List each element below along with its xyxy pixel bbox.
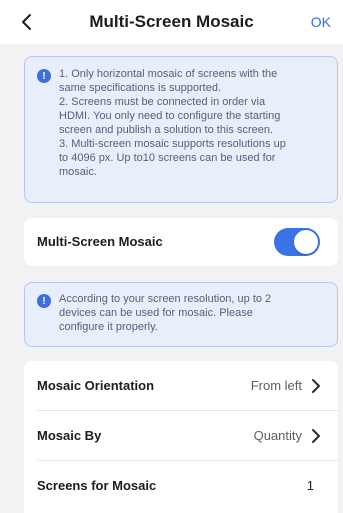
mosaic-settings-list: Mosaic Orientation From left Mosaic By Q…	[24, 361, 338, 513]
note-line: configure it properly.	[59, 321, 158, 333]
mosaic-orientation-label: Mosaic Orientation	[37, 378, 155, 393]
navigation-bar: Multi-Screen Mosaic OK	[0, 0, 343, 44]
mosaic-by-value: Quantity	[253, 428, 302, 443]
chevron-right-icon	[312, 379, 320, 393]
back-button[interactable]	[14, 10, 38, 34]
info-line: to 4096 px. Up to10 screens can be used …	[59, 152, 276, 164]
info-box: ! 1. Only horizontal mosaic of screens w…	[24, 56, 338, 203]
note-line: According to your screen resolution, up …	[59, 293, 272, 305]
mosaic-by-row[interactable]: Mosaic By Quantity	[24, 411, 338, 461]
mosaic-toggle-switch[interactable]	[274, 228, 320, 256]
toggle-knob	[294, 230, 318, 254]
chevron-left-icon	[22, 14, 31, 30]
info-line: HDMI. You only need to configure the sta…	[59, 110, 281, 122]
resolution-note: ! According to your screen resolution, u…	[24, 282, 338, 347]
info-icon: !	[37, 69, 51, 83]
info-line: same specifications is supported.	[59, 82, 222, 94]
mosaic-orientation-row[interactable]: Mosaic Orientation From left	[24, 361, 338, 411]
mosaic-toggle-row: Multi-Screen Mosaic	[24, 218, 338, 266]
mosaic-orientation-value: From left	[250, 378, 302, 393]
info-line: screen and publish a solution to this sc…	[59, 124, 274, 136]
info-line: mosaic.	[59, 166, 97, 178]
info-line: 1. Only horizontal mosaic of screens wit…	[59, 68, 278, 80]
info-line: 2. Screens must be connected in order vi…	[59, 96, 266, 108]
note-line: devices can be used for mosaic. Please	[59, 307, 253, 319]
page-title: Multi-Screen Mosaic	[89, 12, 254, 31]
mosaic-by-label: Mosaic By	[37, 428, 102, 443]
info-text: 1. Only horizontal mosaic of screens wit…	[59, 67, 327, 179]
resolution-note-text: According to your screen resolution, up …	[59, 292, 327, 334]
screens-for-mosaic-label: Screens for Mosaic	[37, 478, 157, 493]
chevron-right-icon	[312, 429, 320, 443]
mosaic-toggle-label: Multi-Screen Mosaic	[37, 234, 163, 249]
screens-for-mosaic-value: 1	[306, 478, 314, 493]
info-line: 3. Multi-screen mosaic supports resoluti…	[59, 138, 286, 150]
info-icon: !	[37, 294, 51, 308]
screens-for-mosaic-row[interactable]: Screens for Mosaic 1	[24, 461, 338, 511]
ok-button[interactable]: OK	[311, 0, 331, 44]
